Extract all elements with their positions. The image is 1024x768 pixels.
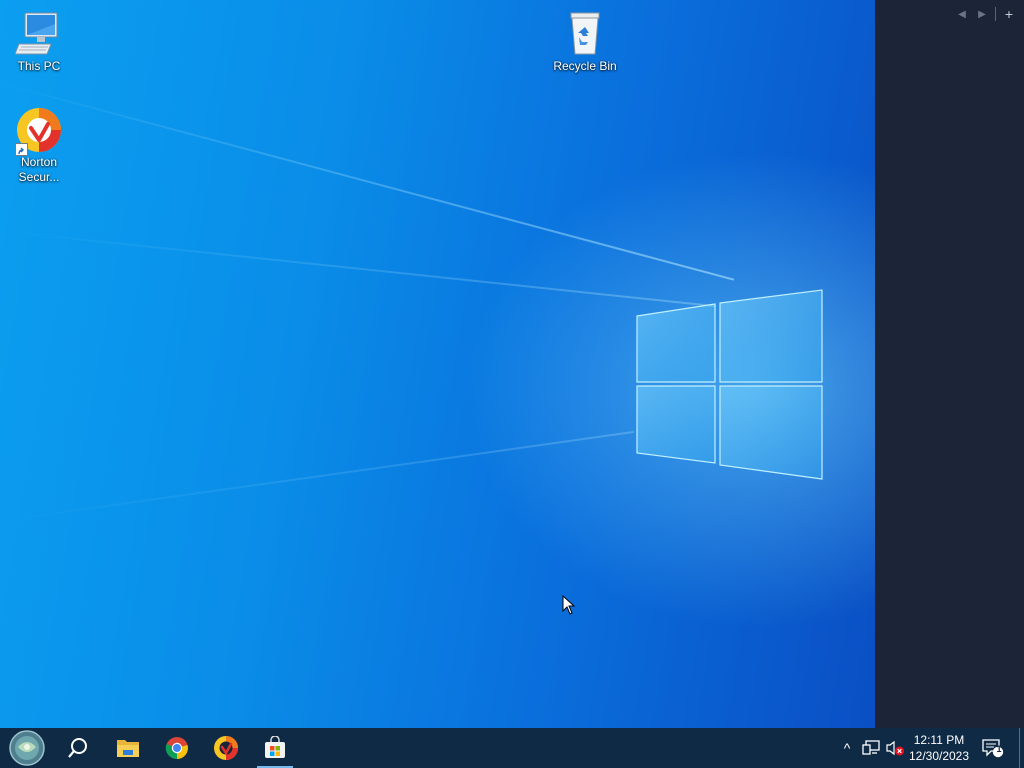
side-panel: ◀ ▶ + (875, 0, 1024, 728)
search-icon (68, 738, 87, 758)
network-icon (862, 740, 880, 755)
mouse-cursor-icon (562, 595, 576, 615)
norton-security-icon (15, 106, 63, 156)
volume-muted-icon (886, 740, 904, 756)
taskbar-chrome[interactable] (153, 728, 201, 768)
desktop-icon-recycle-bin[interactable]: Recycle Bin (550, 10, 620, 74)
desktop-icon-label: Norton Secur... (4, 155, 74, 185)
taskbar-microsoft-store[interactable] (251, 728, 299, 768)
panel-next-button[interactable]: ▶ (975, 9, 989, 20)
microsoft-store-icon (265, 736, 285, 758)
desktop-icon-label: This PC (17, 59, 61, 73)
taskbar-file-explorer[interactable] (104, 728, 152, 768)
action-center-button[interactable]: 1 (980, 728, 1006, 768)
desktop[interactable]: This PC Recycle Bin Norton Secur... (0, 0, 875, 728)
desktop-icon-label: Recycle Bin (553, 59, 617, 73)
norton-icon (214, 736, 238, 760)
recycle-bin-icon (561, 10, 609, 58)
taskbar: ^ 12:11 PM 12/30/2023 1 (0, 728, 1024, 768)
taskbar-norton[interactable] (202, 728, 250, 768)
file-explorer-icon (117, 740, 139, 757)
desktop-icon-norton-security[interactable]: Norton Secur... (4, 106, 74, 185)
start-button[interactable] (3, 728, 51, 768)
notification-count-badge: 1 (996, 744, 1002, 754)
windows-logo-wallpaper (636, 289, 823, 480)
chrome-icon (165, 737, 188, 760)
panel-prev-button[interactable]: ◀ (955, 9, 969, 20)
clock-date: 12/30/2023 (908, 749, 970, 763)
start-orb-icon (9, 730, 45, 766)
panel-add-button[interactable]: + (1002, 6, 1016, 22)
panel-divider (995, 7, 996, 21)
search-button[interactable] (54, 728, 102, 768)
this-pc-icon (14, 10, 63, 58)
show-desktop-button[interactable] (1019, 728, 1024, 768)
clock-time: 12:11 PM (913, 733, 965, 747)
chevron-up-icon: ^ (843, 740, 851, 756)
label-line: Secur... (18, 170, 60, 184)
desktop-icon-this-pc[interactable]: This PC (4, 10, 74, 74)
panel-toolbar: ◀ ▶ + (955, 6, 1016, 22)
shortcut-arrow-icon (15, 143, 28, 156)
label-line: Norton (20, 155, 58, 169)
tray-network-button[interactable] (860, 728, 882, 768)
taskbar-clock[interactable]: 12:11 PM 12/30/2023 (903, 732, 975, 764)
tray-overflow-button[interactable]: ^ (838, 728, 856, 768)
